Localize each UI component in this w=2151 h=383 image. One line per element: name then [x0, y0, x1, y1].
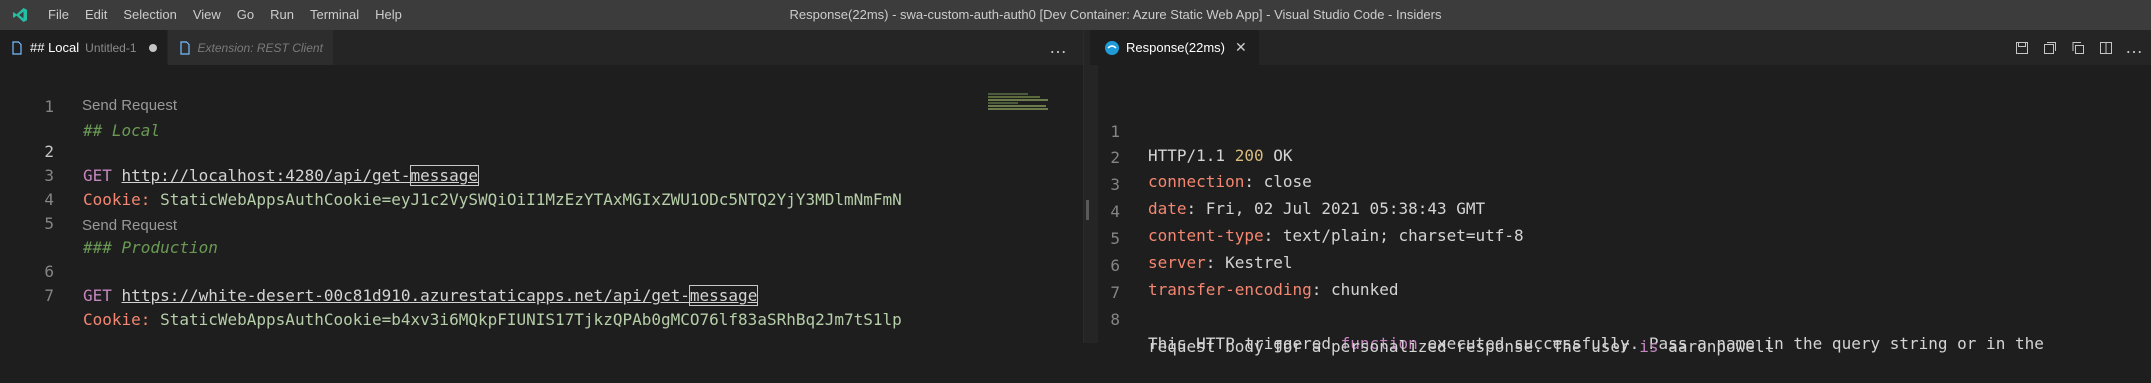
tab-extension-rest-client[interactable]: Extension: REST Client: [167, 30, 334, 65]
header-line: transfer-encoding: chunked: [1148, 280, 1399, 299]
close-icon[interactable]: ✕: [1235, 39, 1247, 56]
body-text: aaronpowell: [1658, 337, 1775, 356]
layout-split-icon[interactable]: [2095, 37, 2117, 59]
tab-actions-right: …: [2011, 30, 2151, 65]
code-line: 7: [1090, 257, 1148, 302]
request-url-highlight[interactable]: message: [409, 165, 479, 186]
comment-text: ### Production: [83, 238, 218, 257]
header-value: Fri, 02 Jul 2021 05:38:43 GMT: [1205, 199, 1486, 218]
editor-group-left: ## Local Untitled-1 Extension: REST Clie…: [0, 30, 1083, 343]
header-key: transfer-encoding: [1148, 280, 1312, 299]
split-icon[interactable]: [2039, 37, 2061, 59]
code-line-wrapped: request body for a personalized response…: [1090, 311, 1774, 356]
body-keyword: is: [1639, 337, 1659, 356]
status-code: 200: [1234, 146, 1264, 165]
http-method: GET: [83, 286, 112, 305]
request-editor[interactable]: 1 ## Local Send Request 2 GET http://loc…: [0, 65, 1083, 343]
tab-response[interactable]: Response(22ms) ✕: [1090, 30, 1260, 65]
code-line: 4: [0, 164, 58, 209]
editor-group-right: Response(22ms) ✕ … 1 HTTP/1.1 200 OK 2 c…: [1090, 30, 2151, 356]
menu-selection[interactable]: Selection: [115, 0, 184, 30]
unsaved-dot-icon[interactable]: [148, 43, 157, 52]
status-reason: OK: [1273, 146, 1293, 165]
request-url-highlight[interactable]: message: [688, 285, 759, 306]
copy-icon[interactable]: [2067, 37, 2089, 59]
code-line: 3 date: Fri, 02 Jul 2021 05:38:43 GMT: [1090, 149, 1485, 218]
menu-go[interactable]: Go: [229, 0, 262, 30]
send-request-link[interactable]: Send Request: [82, 216, 177, 236]
header-value: Kestrel: [1225, 253, 1293, 272]
line-number: 7: [44, 286, 54, 305]
body-text: request body for a personalized response…: [1148, 337, 1640, 356]
response-body-line: request body for a personalized response…: [1148, 335, 1774, 359]
tab-description: Untitled-1: [85, 40, 137, 55]
code-line: 2 connection: close: [1090, 122, 1311, 191]
tab-bar-right: Response(22ms) ✕ …: [1090, 30, 2151, 65]
vscode-insiders-icon[interactable]: [12, 7, 28, 23]
header-key: Cookie:: [83, 310, 151, 329]
status-line: HTTP/1.1 200 OK: [1148, 144, 1293, 168]
menu-bar: File Edit Selection View Go Run Terminal…: [40, 0, 410, 30]
code-line: 2 GET http://localhost:4280/api/get-mess…: [0, 116, 479, 186]
header-line: connection: close: [1148, 172, 1312, 191]
minimap[interactable]: [988, 93, 1048, 113]
more-actions-icon[interactable]: …: [1047, 37, 1069, 59]
file-icon: [10, 40, 24, 55]
header-value: close: [1263, 172, 1312, 191]
request-url[interactable]: https://white-desert-00c81d910.azurestat…: [122, 286, 690, 305]
menu-terminal[interactable]: Terminal: [302, 0, 367, 30]
tab-bar-left: ## Local Untitled-1 Extension: REST Clie…: [0, 30, 1083, 65]
tab-untitled-1[interactable]: ## Local Untitled-1: [0, 30, 168, 65]
code-line: 8 This HTTP triggered function executed …: [1090, 284, 2044, 353]
header-line: Cookie: StaticWebAppsAuthCookie=eyJ1c2Vy…: [83, 188, 902, 212]
protocol: HTTP/1.1: [1148, 146, 1226, 165]
header-line: content-type: text/plain; charset=utf-8: [1148, 226, 1524, 245]
header-value: text/plain; charset=utf-8: [1282, 226, 1524, 245]
code-line: 1 ## Local: [0, 71, 160, 140]
menu-run[interactable]: Run: [262, 0, 302, 30]
header-line: date: Fri, 02 Jul 2021 05:38:43 GMT: [1148, 199, 1486, 218]
header-key: content-type: [1148, 226, 1264, 245]
request-url[interactable]: http://localhost:4280/api/get-: [122, 166, 411, 185]
line-number: 5: [44, 214, 54, 233]
menu-edit[interactable]: Edit: [77, 0, 115, 30]
header-value: chunked: [1331, 280, 1399, 299]
header-key: server: [1148, 253, 1206, 272]
tab-label: ## Local: [30, 40, 80, 55]
code-line: 6 GET https://white-desert-00c81d910.azu…: [0, 236, 759, 306]
header-value: StaticWebAppsAuthCookie=eyJ1c2VySWQiOiI1…: [160, 190, 902, 209]
open-preview-icon[interactable]: [2011, 37, 2033, 59]
comment-text: ## Local: [83, 121, 161, 140]
code-line: 5 server: Kestrel: [1090, 203, 1292, 272]
header-key: date: [1148, 199, 1187, 218]
code-line: 5 ### Production: [0, 188, 218, 257]
code-line: 6 transfer-encoding: chunked: [1090, 230, 1398, 299]
tab-label: Response(22ms): [1126, 40, 1225, 55]
code-line: 1 HTTP/1.1 200 OK: [1090, 96, 1292, 165]
header-key: connection: [1148, 172, 1245, 191]
file-icon: [178, 40, 192, 55]
header-key: Cookie:: [83, 190, 151, 209]
menu-file[interactable]: File: [40, 0, 77, 30]
header-line: Cookie: StaticWebAppsAuthCookie=b4xv3i6M…: [83, 308, 902, 332]
code-line: 7 Cookie: StaticWebAppsAuthCookie=b4xv3i…: [0, 260, 901, 329]
menu-help[interactable]: Help: [367, 0, 410, 30]
send-request-link[interactable]: Send Request: [82, 96, 177, 116]
code-line: 3 Cookie: StaticWebAppsAuthCookie=eyJ1c2…: [0, 140, 901, 209]
request-line: GET http://localhost:4280/api/get-messag…: [83, 164, 479, 188]
header-value: StaticWebAppsAuthCookie=b4xv3i6MQkpFIUNI…: [160, 310, 902, 329]
http-method: GET: [83, 166, 112, 185]
request-line: GET https://white-desert-00c81d910.azure…: [83, 284, 759, 308]
tab-actions-left: …: [1047, 30, 1083, 65]
rest-client-icon: [1104, 40, 1120, 56]
tab-label: Extension: REST Client: [197, 40, 323, 55]
header-line: server: Kestrel: [1148, 253, 1293, 272]
code-line: 4 content-type: text/plain; charset=utf-…: [1090, 176, 1523, 245]
sash-handle[interactable]: [1086, 200, 1089, 220]
menu-view[interactable]: View: [185, 0, 229, 30]
response-viewer[interactable]: 1 HTTP/1.1 200 OK 2 connection: close 3 …: [1090, 65, 2151, 356]
title-bar: File Edit Selection View Go Run Terminal…: [0, 0, 2151, 30]
more-icon[interactable]: …: [2123, 37, 2145, 59]
